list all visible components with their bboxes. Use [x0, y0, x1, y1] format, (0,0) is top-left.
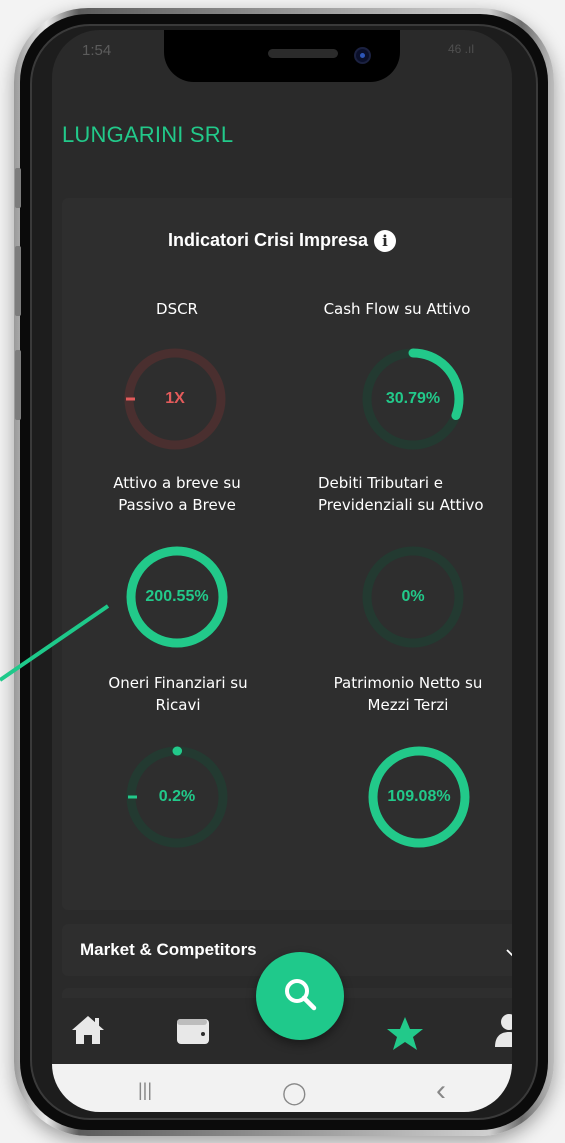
- company-name: LUNGARINI SRL: [62, 122, 234, 147]
- system-nav-bar: ||| ◯ ‹: [52, 1064, 512, 1112]
- user-icon[interactable]: [494, 1012, 512, 1053]
- app-screen: 1:54 46 .ıl LUNGARINI SRL Indicatori Cri…: [52, 30, 512, 1112]
- gauge-value: 0%: [401, 588, 425, 605]
- notch: [164, 30, 400, 82]
- search-icon: [282, 976, 318, 1017]
- indicator-label-oneri-finanziari: Oneri Finanziari su Ricavi: [108, 674, 248, 714]
- side-button-volume-down: [15, 350, 21, 420]
- gauge-cash-flow[interactable]: 30.79%: [358, 344, 468, 454]
- star-icon[interactable]: [386, 1016, 424, 1057]
- gauge-oneri-finanziari[interactable]: 0.2%: [122, 742, 232, 852]
- home-icon[interactable]: [70, 1014, 106, 1051]
- side-button-silent: [15, 168, 21, 208]
- gauge-value: 30.79%: [385, 390, 441, 407]
- indicator-label-dscr: DSCR: [156, 300, 198, 318]
- gauge-patrimonio-netto[interactable]: 109.08%: [364, 742, 474, 852]
- speaker-grille: [268, 49, 338, 58]
- front-camera: [354, 47, 371, 64]
- gauge-value: 200.55%: [145, 588, 209, 605]
- chevron-down-icon: [506, 944, 512, 960]
- gauge-debiti-tributari[interactable]: 0%: [358, 542, 468, 652]
- gauge-value: 0.2%: [158, 788, 196, 805]
- info-icon[interactable]: i: [374, 230, 397, 253]
- system-home-button[interactable]: ◯: [282, 1080, 307, 1106]
- recents-button[interactable]: |||: [138, 1080, 152, 1101]
- accordion-label: Market & Competitors: [80, 940, 257, 959]
- side-button-volume-up: [15, 246, 21, 316]
- section-title-text: Indicatori Crisi Impresa: [167, 230, 369, 250]
- gauge-attivo-breve[interactable]: 200.55%: [122, 542, 232, 652]
- indicator-label-cash-flow: Cash Flow su Attivo: [323, 300, 471, 318]
- search-button[interactable]: [256, 952, 344, 1040]
- section-title: Indicatori Crisi Impresa i: [52, 230, 512, 253]
- indicator-label-patrimonio-netto: Patrimonio Netto su Mezzi Terzi: [333, 674, 483, 714]
- indicator-label-debiti-tributari: Debiti Tributari e Previdenziali su Atti…: [318, 474, 484, 514]
- system-back-button[interactable]: ‹: [436, 1074, 446, 1108]
- wallet-icon[interactable]: [176, 1017, 210, 1050]
- indicator-label-attivo-breve: Attivo a breve su Passivo a Breve: [113, 474, 241, 514]
- gauge-value: 109.08%: [387, 788, 451, 805]
- gauge-value: 1X: [165, 390, 185, 407]
- status-time: 1:54: [82, 42, 112, 59]
- gauge-dscr[interactable]: 1X: [120, 344, 230, 454]
- status-signal: 46 .ıl: [447, 42, 474, 56]
